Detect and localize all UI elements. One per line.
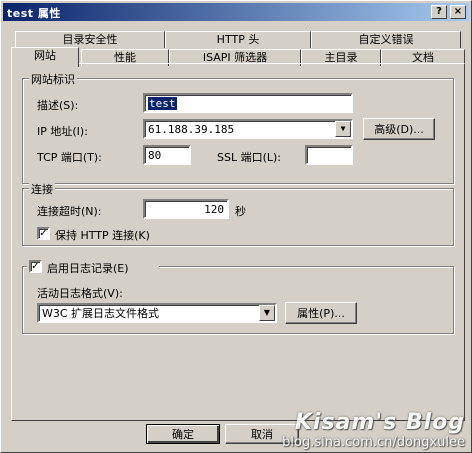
site-identification-group: 网站标识 描述(S): test IP 地址(I): 61.188.39.185… [22, 71, 454, 184]
log-properties-button[interactable]: 属性(P)... [285, 302, 357, 324]
ok-button[interactable]: 确定 [146, 424, 220, 444]
tab-http-headers[interactable]: HTTP 头 [165, 31, 311, 48]
tcp-port-input[interactable]: 80 [143, 145, 191, 165]
keepalive-checkbox[interactable]: ✓ [37, 227, 50, 240]
connection-group: 连接 连接超时(N): 120 秒 ✓ 保持 HTTP 连接(K) [22, 181, 454, 246]
log-format-select[interactable]: W3C 扩展日志文件格式 ▼ [37, 303, 277, 323]
keepalive-label: 保持 HTTP 连接(K) [55, 229, 150, 242]
ssl-port-label: SSL 端口(L): [217, 151, 282, 164]
enable-logging-checkbox[interactable]: ✓ [29, 260, 42, 273]
timeout-label: 连接超时(N): [37, 205, 102, 218]
site-identification-title: 网站标识 [29, 71, 77, 87]
timeout-input[interactable]: 120 [143, 199, 229, 219]
properties-dialog: test 属性 ? × 目录安全性 HTTP 头 自定义错误 网站 性能 ISA… [0, 0, 472, 453]
ip-address-select[interactable]: 61.188.39.185 ▼ [143, 119, 353, 139]
log-format-label: 活动日志格式(V): [37, 287, 123, 300]
tab-custom-errors[interactable]: 自定义错误 [311, 31, 461, 48]
help-button[interactable]: ? [431, 5, 447, 19]
ip-address-label: IP 地址(I): [37, 125, 88, 138]
window-title: test 属性 [7, 7, 61, 20]
watermark-url: blog.sina.com.cn/dongxulee [282, 435, 465, 450]
chevron-down-icon[interactable]: ▼ [335, 121, 351, 137]
ssl-port-input[interactable] [305, 145, 353, 165]
advanced-button[interactable]: 高级(D)... [363, 118, 435, 140]
close-button[interactable]: × [450, 5, 466, 19]
description-label: 描述(S): [37, 99, 79, 112]
tcp-port-label: TCP 端口(T): [37, 151, 102, 164]
title-bar: test 属性 ? × [3, 3, 469, 21]
cancel-button[interactable]: 取消 [225, 424, 299, 444]
tab-directory-security[interactable]: 目录安全性 [15, 31, 165, 48]
tab-panel-website: 网站标识 描述(S): test IP 地址(I): 61.188.39.185… [11, 63, 465, 421]
chevron-down-icon[interactable]: ▼ [259, 305, 275, 321]
enable-logging-label: 启用日志记录(E) [47, 262, 129, 275]
logging-group: ✓ 启用日志记录(E) 活动日志格式(V): W3C 扩展日志文件格式 ▼ 属性… [22, 259, 454, 334]
tab-website[interactable]: 网站 [11, 47, 79, 67]
description-input[interactable]: test [143, 93, 353, 113]
connection-title: 连接 [29, 181, 55, 197]
timeout-unit: 秒 [235, 205, 246, 218]
logging-header: ✓ 启用日志记录(E) [27, 259, 159, 275]
